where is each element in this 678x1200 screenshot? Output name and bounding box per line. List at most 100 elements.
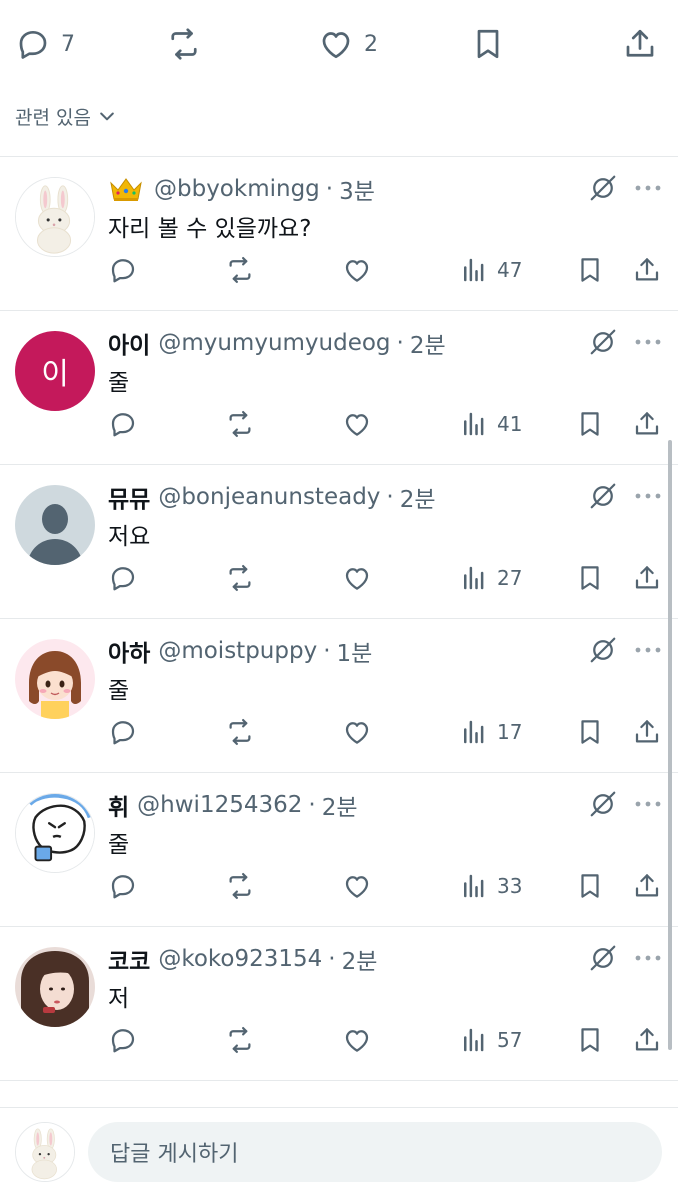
share-button[interactable] [622,22,658,66]
retweet-button[interactable] [225,253,255,287]
share-button[interactable] [632,407,662,441]
like-button[interactable] [342,407,372,441]
crown-icon [108,175,144,203]
more-icon[interactable] [634,335,662,349]
share-button[interactable] [632,253,662,287]
more-icon[interactable] [634,489,662,503]
more-icon[interactable] [634,951,662,965]
user-handle[interactable]: @myumyumyudeog [158,330,390,356]
like-count: 2 [364,31,378,57]
bookmark-button[interactable] [470,22,506,66]
like-button[interactable] [342,1023,372,1057]
timestamp[interactable]: 3분 [339,172,375,206]
display-name[interactable]: 휘 [108,788,129,822]
reply-item[interactable]: 아하 @moistpuppy · 1분 줄 17 [0,619,678,773]
reply-button[interactable] [108,561,138,595]
no-follow-icon[interactable] [588,789,618,819]
timestamp[interactable]: 2분 [400,480,436,514]
sort-dropdown[interactable]: 관련 있음 [15,100,117,132]
timestamp[interactable]: 2분 [342,942,378,976]
share-icon [635,720,659,743]
bookmark-button[interactable] [575,561,605,595]
avatar[interactable]: 이 [15,331,95,411]
reply-item[interactable]: @bbyokmingg · 3분 자리 볼 수 있을까요? 47 [0,157,678,311]
display-name[interactable]: 코코 [108,942,150,976]
reply-item[interactable]: 이 아이 @myumyumyudeog · 2분 줄 41 [0,311,678,465]
reply-item[interactable]: 코코 @koko923154 · 2분 저 57 [0,927,678,1081]
more-icon[interactable] [634,797,662,811]
retweet-icon [229,873,251,899]
bookmark-button[interactable] [575,407,605,441]
views-button[interactable]: 17 [459,715,522,749]
reply-header: @bbyokmingg · 3분 [108,171,375,207]
share-button[interactable] [632,1023,662,1057]
user-handle[interactable]: @koko923154 [158,946,322,972]
avatar[interactable] [15,947,95,1027]
views-icon [464,258,484,282]
views-button[interactable]: 41 [459,407,522,441]
timestamp[interactable]: 2분 [410,326,446,360]
my-avatar[interactable] [15,1122,75,1182]
bookmark-button[interactable] [575,869,605,903]
avatar[interactable] [15,485,95,565]
retweet-button[interactable] [225,561,255,595]
user-handle[interactable]: @bbyokmingg [154,176,320,202]
retweet-button[interactable] [225,869,255,903]
timestamp[interactable]: 2분 [322,788,358,822]
like-button[interactable]: 2 [318,22,378,66]
avatar[interactable] [15,793,95,873]
user-handle[interactable]: @moistpuppy [158,638,317,664]
share-button[interactable] [632,869,662,903]
reply-item[interactable]: 뮤뮤 @bonjeanunsteady · 2분 저요 27 [0,465,678,619]
display-name[interactable]: 뮤뮤 [108,480,150,514]
retweet-button[interactable] [166,22,202,66]
display-name[interactable]: 아하 [108,634,150,668]
no-follow-icon[interactable] [588,481,618,511]
display-name[interactable]: 아이 [108,326,150,360]
like-button[interactable] [342,561,372,595]
user-handle[interactable]: @hwi1254362 [137,792,302,818]
reply-text: 저 [108,986,130,1012]
like-button[interactable] [342,715,372,749]
scrollbar[interactable] [668,440,672,1050]
avatar[interactable] [15,639,95,719]
user-handle[interactable]: @bonjeanunsteady [158,484,380,510]
retweet-button[interactable] [225,715,255,749]
share-button[interactable] [632,715,662,749]
reply-button[interactable]: 7 [15,22,75,66]
reply-item[interactable]: 휘 @hwi1254362 · 2분 줄 33 [0,773,678,927]
like-button[interactable] [342,869,372,903]
reply-icon [111,721,135,745]
views-button[interactable]: 33 [459,869,522,903]
no-follow-icon[interactable] [588,173,618,203]
views-icon [464,566,484,590]
reply-button[interactable] [108,1023,138,1057]
timestamp[interactable]: 1분 [337,634,373,668]
reply-button[interactable] [108,715,138,749]
no-follow-icon[interactable] [588,327,618,357]
reply-button[interactable] [108,869,138,903]
retweet-button[interactable] [225,1023,255,1057]
chevron-down-icon [100,112,114,121]
more-icon[interactable] [634,181,662,195]
bookmark-button[interactable] [575,1023,605,1057]
more-icon[interactable] [634,643,662,657]
share-button[interactable] [632,561,662,595]
views-button[interactable]: 27 [459,561,522,595]
reply-button[interactable] [108,253,138,287]
like-button[interactable] [342,253,372,287]
bookmark-button[interactable] [575,253,605,287]
retweet-icon [171,28,197,60]
views-button[interactable]: 57 [459,1023,522,1057]
retweet-button[interactable] [225,407,255,441]
reply-header: 휘 @hwi1254362 · 2분 [108,787,358,823]
reply-icon [111,413,135,437]
reply-button[interactable] [108,407,138,441]
no-follow-icon[interactable] [588,635,618,665]
share-icon [635,412,659,435]
reply-input[interactable]: 답글 게시하기 [88,1122,662,1182]
bookmark-button[interactable] [575,715,605,749]
avatar[interactable] [15,177,95,257]
views-button[interactable]: 47 [459,253,522,287]
no-follow-icon[interactable] [588,943,618,973]
